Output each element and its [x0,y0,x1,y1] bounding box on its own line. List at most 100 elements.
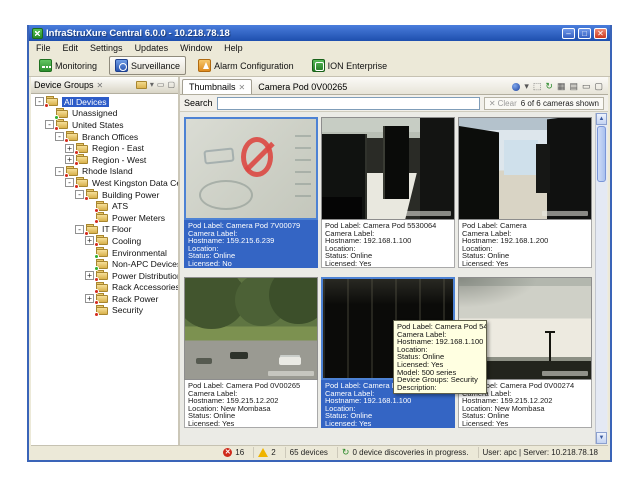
expand-toggle-icon[interactable]: - [55,132,64,141]
camera-menu-icon[interactable] [512,83,520,91]
expand-toggle-icon[interactable]: - [55,167,64,176]
expand-toggle-icon[interactable]: + [85,294,94,303]
tree-item-building-power[interactable]: - Building Power [33,189,178,201]
tree-item-environmental[interactable]: Environmental [33,247,178,259]
expand-toggle-icon[interactable]: - [75,225,84,234]
expand-toggle-icon[interactable]: - [65,178,74,187]
tree-item-region-east[interactable]: + Region - East [33,142,178,154]
menu-window[interactable]: Window [174,42,218,54]
camera-card-1[interactable]: Pod Label: Camera Pod 7V00079 Camera Lab… [184,117,318,268]
folder-icon [96,294,109,303]
camera-thumbnail-image-rack-aisle[interactable] [458,117,592,220]
error-status[interactable]: ✕ 16 [219,447,248,458]
expand-toggle-icon[interactable]: - [35,97,44,106]
tree-item-cooling[interactable]: + Cooling [33,235,178,247]
clear-icon: ✕ [489,99,496,108]
tree-item-branch-offices[interactable]: - Branch Offices [33,131,178,143]
tree-item-unassigned[interactable]: Unassigned [33,108,178,120]
camera-thumbnail-image-parking-lot[interactable] [184,277,318,380]
panel-minimize-icon[interactable]: ▭ [157,81,165,89]
menu-bar: File Edit Settings Updates Window Help [29,41,610,55]
menu-file[interactable]: File [30,42,57,54]
grid-view-icon[interactable]: ▦ [557,82,566,91]
menu-edit[interactable]: Edit [57,42,85,54]
tab-close-icon[interactable]: ✕ [239,83,246,92]
tree-item-it-floor[interactable]: - IT Floor [33,224,178,236]
folder-icon [96,213,109,222]
view-minimize-icon[interactable]: ▭ [582,82,591,91]
camera-card-2[interactable]: Pod Label: Camera Pod 5530064 Camera Lab… [321,117,455,268]
select-region-icon[interactable]: ⬚ [533,82,542,91]
view-menu-icon[interactable]: ▾ [150,81,154,89]
window-title: InfraStruXure Central 6.0.0 - 10.218.78.… [46,28,559,39]
filter-result-box: ✕ Clear 6 of 6 cameras shown [484,97,604,110]
tree-item-all-devices[interactable]: - All Devices [33,96,178,108]
camera-thumbnail-image-whiteboard[interactable] [184,117,318,220]
menu-settings[interactable]: Settings [84,42,129,54]
tree-item-rhode-island[interactable]: - Rhode Island [33,166,178,178]
surveillance-content: Thumbnails ✕ Camera Pod 0V00265 ▾ ⬚ ↻ ▦ … [180,77,608,445]
minimize-button[interactable]: – [562,28,575,39]
surveillance-button[interactable]: Surveillance [109,56,186,75]
status-bar: ✕ 16 2 65 devices ↻ 0 device discoveries… [31,445,608,458]
close-button[interactable]: ✕ [594,28,607,39]
folder-icon [46,97,59,106]
expand-toggle-icon[interactable]: - [45,120,54,129]
ion-enterprise-button[interactable]: ION Enterprise [306,56,394,75]
panel-close-icon[interactable]: ✕ [97,81,104,90]
device-count-status: 65 devices [285,447,332,458]
camera-card-3[interactable]: Pod Label: Camera Camera Label: Hostname… [458,117,592,268]
vertical-scrollbar[interactable]: ▲ ▼ [595,113,607,444]
tree-item-united-states[interactable]: - United States [33,119,178,131]
clear-filter-button[interactable]: ✕ Clear [489,99,517,108]
expand-toggle-icon[interactable]: + [65,144,74,153]
tree-item-non-apc-devices[interactable]: Non-APC Devices [33,258,178,270]
warning-count: 2 [271,448,275,457]
scrollbar-thumb[interactable] [597,126,606,182]
maximize-button[interactable]: □ [578,28,591,39]
error-icon: ✕ [223,448,232,457]
tab-camera-pod[interactable]: Camera Pod 0V00265 [252,80,353,94]
tree-item-power-distribution[interactable]: + Power Distribution [33,270,178,282]
expand-toggle-icon[interactable]: + [85,271,94,280]
expand-toggle-icon[interactable]: - [75,190,84,199]
tree-item-rack-power[interactable]: + Rack Power [33,293,178,305]
camera-tooltip: Pod Label: Camera Pod 5480576 Camera Lab… [393,320,487,394]
folder-icon [66,167,79,176]
monitoring-button[interactable]: Monitoring [33,56,103,75]
panel-maximize-icon[interactable]: ▢ [167,81,175,89]
device-group-tree: - All Devices Unassigned - United States… [31,94,178,445]
search-input[interactable] [217,97,480,110]
discovery-status: ↻ 0 device discoveries in progress. [337,447,473,458]
menu-help[interactable]: Help [218,42,249,54]
menu-updates[interactable]: Updates [129,42,175,54]
folder-icon [56,120,69,129]
tree-item-power-meters[interactable]: Power Meters [33,212,178,224]
view-maximize-icon[interactable]: ▢ [594,82,603,91]
user-server-text: User: apc | Server: 10.218.78.18 [483,448,598,457]
tree-item-west-kingston[interactable]: - West Kingston Data Center [33,177,178,189]
add-device-group-icon[interactable] [136,81,147,89]
refresh-icon[interactable]: ↻ [545,82,553,91]
tree-item-security[interactable]: Security [33,305,178,317]
camera-thumbnail-image-server-room[interactable] [321,117,455,220]
title-bar: InfraStruXure Central 6.0.0 - 10.218.78.… [29,25,610,41]
monitoring-icon [39,59,52,72]
scroll-up-icon[interactable]: ▲ [596,113,607,125]
dropdown-arrow-icon[interactable]: ▾ [524,82,529,91]
list-view-icon[interactable]: ▤ [569,82,578,91]
search-bar: Search ✕ Clear 6 of 6 cameras shown [180,95,608,112]
device-groups-title: Device Groups [34,80,94,90]
alarm-configuration-button[interactable]: Alarm Configuration [192,56,300,75]
tree-item-ats[interactable]: ATS [33,200,178,212]
ion-enterprise-label: ION Enterprise [328,61,388,71]
tree-item-rack-accessories[interactable]: Rack Accessories [33,282,178,294]
expand-toggle-icon[interactable]: + [85,236,94,245]
camera-card-4[interactable]: Pod Label: Camera Pod 0V00265 Camera Lab… [184,277,318,428]
tab-thumbnails[interactable]: Thumbnails ✕ [182,79,252,94]
scroll-down-icon[interactable]: ▼ [596,432,607,444]
expand-toggle-icon[interactable]: + [65,155,74,164]
warning-status[interactable]: 2 [253,447,279,458]
tree-item-region-west[interactable]: + Region - West [33,154,178,166]
timestamp-overlay [405,211,451,216]
